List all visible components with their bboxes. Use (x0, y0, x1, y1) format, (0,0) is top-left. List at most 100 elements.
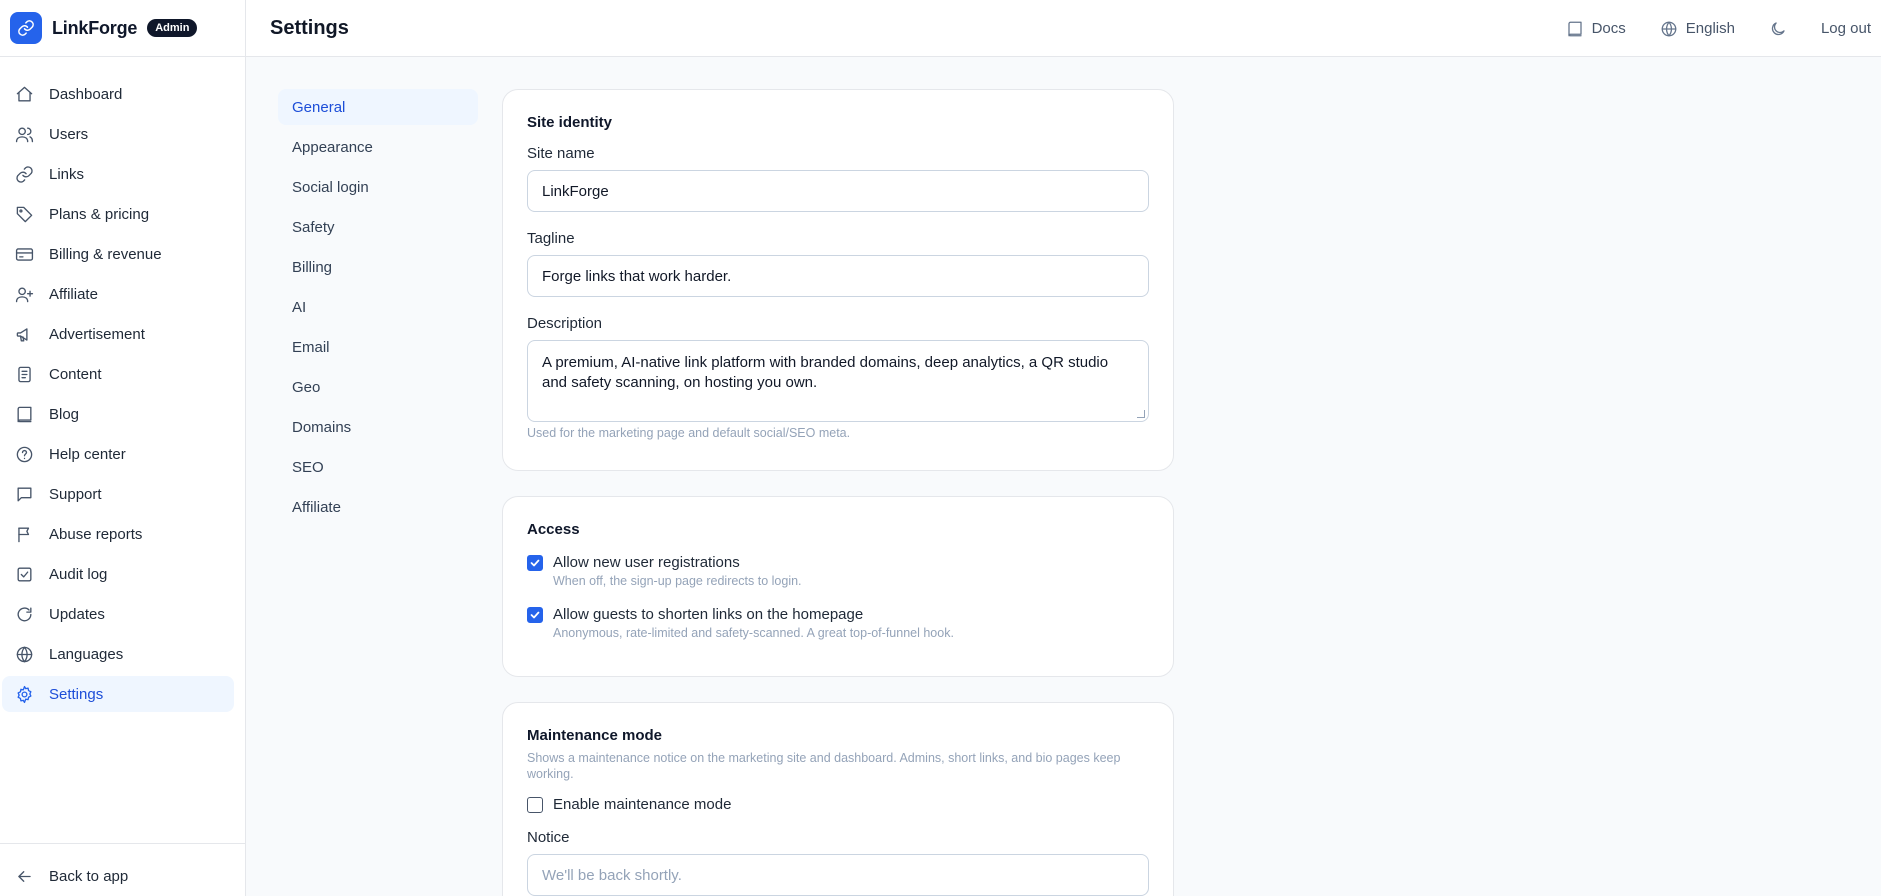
sidebar-item-languages[interactable]: Languages (2, 636, 234, 672)
registrations-label[interactable]: Allow new user registrations (553, 554, 802, 571)
sidebar-item-plans-pricing[interactable]: Plans & pricing (2, 196, 234, 232)
sidebar-item-blog[interactable]: Blog (2, 396, 234, 432)
docs-label: Docs (1591, 20, 1626, 37)
guests-help: Anonymous, rate-limited and safety-scann… (553, 626, 954, 640)
subnav-item-seo[interactable]: SEO (278, 449, 478, 485)
checklist-icon (17, 566, 32, 582)
globe-icon (1661, 21, 1677, 36)
logout-button[interactable]: Log out (1821, 20, 1871, 37)
sidebar-item-affiliate[interactable]: Affiliate (2, 276, 234, 312)
site-name-label: Site name (527, 145, 595, 162)
description-text: A premium, AI-native link platform with … (542, 354, 1109, 391)
link-icon (16, 165, 33, 183)
sidebar-item-label: Abuse reports (49, 525, 143, 543)
subnav-item-email[interactable]: Email (278, 329, 478, 365)
tagline-input[interactable]: Forge links that work harder. (527, 255, 1149, 297)
description-help: Used for the marketing page and default … (527, 426, 851, 440)
card-title: Site identity (527, 114, 613, 131)
home-icon (16, 86, 33, 102)
maintenance-option: Enable maintenance mode (527, 796, 1149, 813)
maintenance-label[interactable]: Enable maintenance mode (553, 796, 731, 813)
sidebar-item-label: Languages (49, 645, 124, 663)
logout-label: Log out (1820, 20, 1871, 37)
notice-input[interactable]: We'll be back shortly. (527, 854, 1149, 896)
tagline-label: Tagline (527, 230, 575, 247)
guests-checkbox[interactable] (527, 607, 543, 623)
gear-icon (17, 685, 32, 703)
guests-option: Allow guests to shorten links on the hom… (527, 606, 1149, 640)
docs-link[interactable]: Docs (1566, 20, 1626, 38)
description-label: Description (527, 315, 603, 332)
subnav-item-social-login[interactable]: Social login (278, 169, 478, 205)
check-icon (530, 611, 540, 619)
header-actions: Docs English Log out (1566, 0, 1881, 57)
tag-icon (16, 206, 33, 222)
subnav-item-affiliate[interactable]: Affiliate (278, 489, 478, 525)
sidebar-item-updates[interactable]: Updates (2, 596, 234, 632)
sidebar-item-advertisement[interactable]: Advertisement (2, 316, 234, 352)
site-name-input[interactable]: LinkForge (527, 170, 1149, 212)
sidebar-item-audit-log[interactable]: Audit log (2, 556, 234, 592)
help-circle-icon (16, 446, 33, 462)
sidebar-item-abuse-reports[interactable]: Abuse reports (2, 516, 234, 552)
credit-card-icon (15, 247, 34, 261)
maintenance-description: Shows a maintenance notice on the market… (527, 751, 1121, 781)
page-title: Settings (270, 16, 349, 39)
sidebar-item-dashboard[interactable]: Dashboard (2, 76, 234, 112)
refresh-icon (17, 606, 32, 621)
registrations-checkbox[interactable] (527, 555, 543, 571)
admin-badge: Admin (147, 19, 198, 37)
top-header: Settings Docs English Log out (246, 0, 1881, 57)
guests-label[interactable]: Allow guests to shorten links on the hom… (553, 606, 954, 623)
sidebar: LinkForge Admin Dashboard Users Links Pl… (0, 0, 246, 896)
sidebar-item-help-center[interactable]: Help center (2, 436, 234, 472)
maintenance-checkbox[interactable] (527, 797, 543, 813)
sidebar-item-links[interactable]: Links (2, 156, 234, 192)
sidebar-item-label: Blog (49, 405, 80, 423)
sidebar-item-billing-revenue[interactable]: Billing & revenue (2, 236, 234, 272)
sidebar-item-label: Links (49, 165, 85, 183)
theme-toggle-button[interactable] (1769, 20, 1787, 38)
megaphone-icon (16, 327, 28, 342)
sidebar-item-users[interactable]: Users (2, 116, 234, 152)
sidebar-nav: Dashboard Users Links Plans & pricing Bi… (0, 76, 246, 716)
sidebar-footer: Back to app (0, 843, 246, 896)
subnav-item-safety[interactable]: Safety (278, 209, 478, 245)
sidebar-item-label: Content (49, 365, 102, 383)
sidebar-item-settings[interactable]: Settings (2, 676, 234, 712)
user-plus-icon (15, 286, 34, 302)
arrow-left-icon (18, 870, 31, 882)
message-icon (17, 486, 32, 502)
notice-label: Notice (527, 829, 570, 846)
subnav-item-domains[interactable]: Domains (278, 409, 478, 445)
book-icon (17, 406, 32, 422)
description-textarea[interactable]: A premium, AI-native link platform with … (527, 340, 1149, 422)
sidebar-item-label: Affiliate (49, 285, 98, 303)
sidebar-item-label: Support (49, 485, 102, 503)
sidebar-item-content[interactable]: Content (2, 356, 234, 392)
subnav-item-geo[interactable]: Geo (278, 369, 478, 405)
sidebar-item-label: Settings (49, 685, 104, 703)
subnav-item-appearance[interactable]: Appearance (278, 129, 478, 165)
brand[interactable]: LinkForge Admin (0, 0, 245, 57)
flag-icon (18, 526, 30, 542)
globe-icon (16, 646, 33, 662)
site-identity-card: Site identity Site name LinkForge Taglin… (502, 89, 1174, 471)
users-icon (15, 126, 34, 142)
sidebar-item-support[interactable]: Support (2, 476, 234, 512)
sidebar-item-label: Help center (49, 445, 126, 463)
language-selector[interactable]: English (1660, 20, 1735, 38)
brand-name: LinkForge (52, 17, 138, 38)
book-icon (1567, 21, 1582, 36)
sidebar-item-label: Advertisement (49, 325, 145, 343)
back-to-app-label: Back to app (49, 867, 129, 885)
access-card: Access Allow new user registrations When… (502, 496, 1174, 677)
subnav-item-general[interactable]: General (278, 89, 478, 125)
back-to-app-link[interactable]: Back to app (2, 858, 234, 894)
registrations-help: When off, the sign-up page redirects to … (553, 574, 802, 588)
sidebar-item-label: Updates (49, 605, 105, 623)
document-icon (18, 366, 31, 382)
resize-handle-icon[interactable] (1137, 410, 1145, 418)
subnav-item-billing[interactable]: Billing (278, 249, 478, 285)
subnav-item-ai[interactable]: AI (278, 289, 478, 325)
